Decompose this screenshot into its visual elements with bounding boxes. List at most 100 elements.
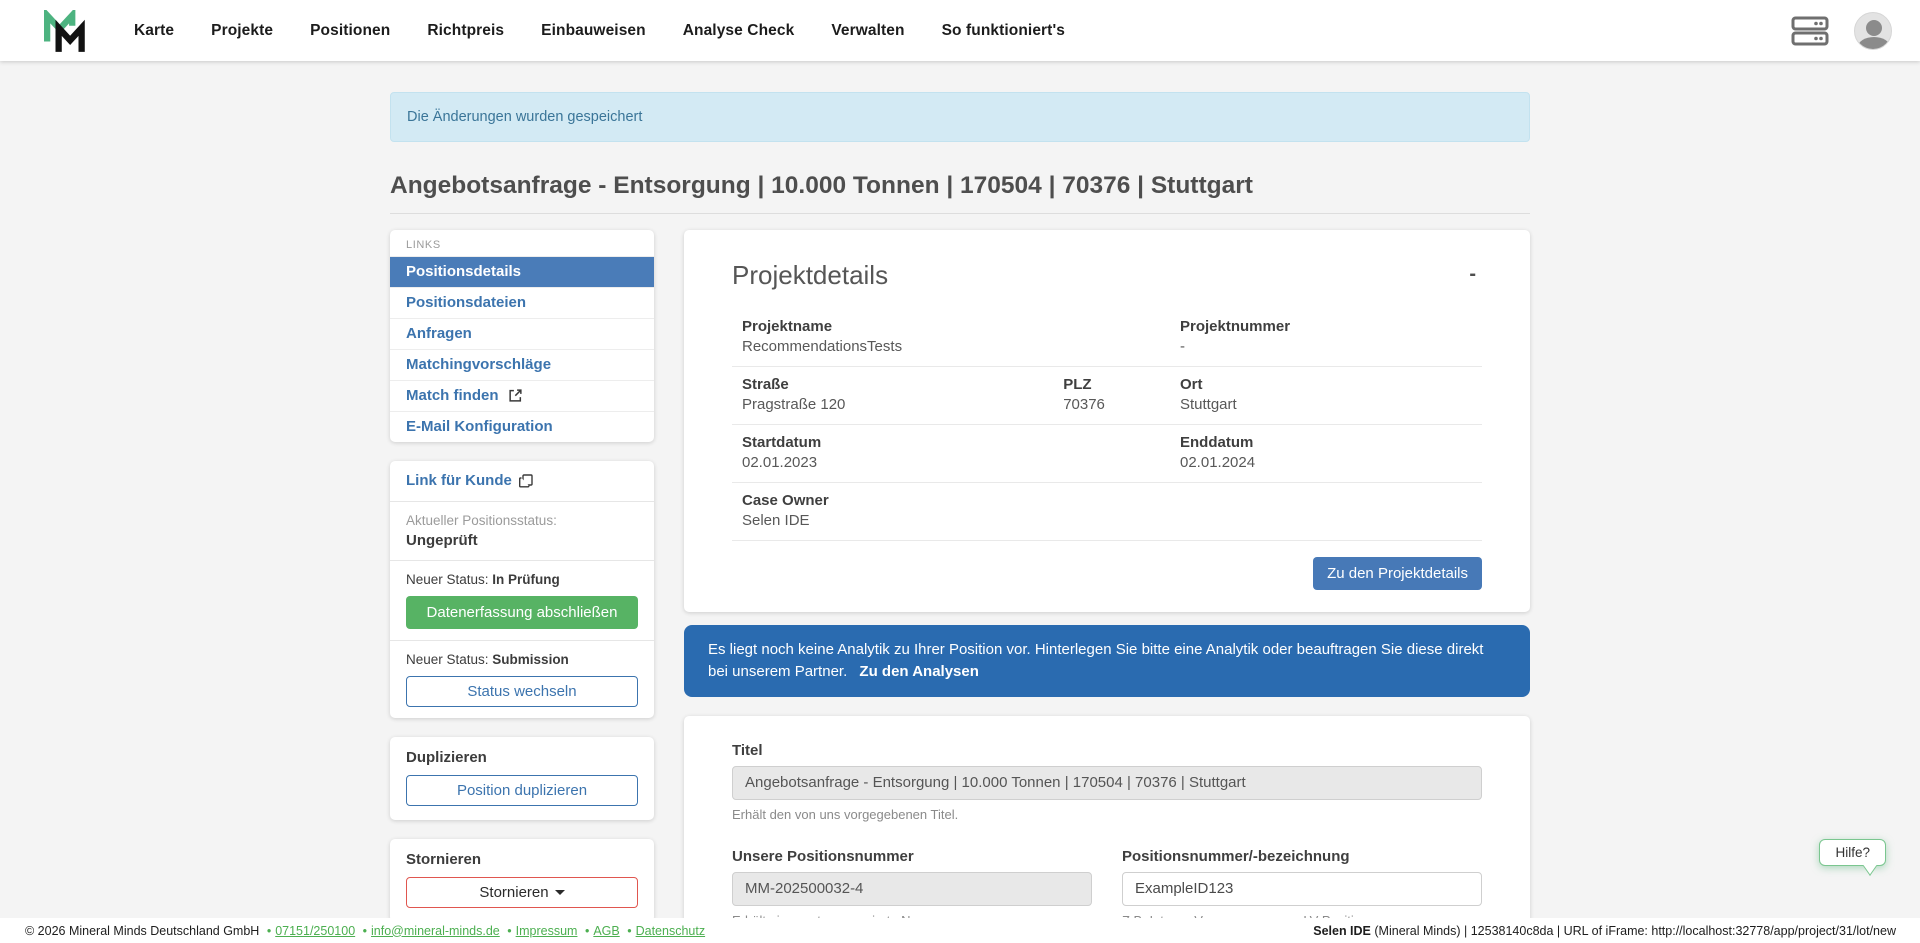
sidebar-item-email-konfiguration[interactable]: E-Mail Konfiguration xyxy=(390,411,654,442)
go-to-project-details-button[interactable]: Zu den Projektdetails xyxy=(1313,557,1482,590)
field-label: Straße xyxy=(742,376,1063,393)
user-avatar[interactable] xyxy=(1854,12,1892,50)
position-form-panel: Titel Erhält den von uns vorgegebenen Ti… xyxy=(684,716,1530,943)
customer-link-label: Link für Kunde xyxy=(406,472,512,489)
external-link-icon xyxy=(508,388,523,403)
duplicate-header: Duplizieren xyxy=(406,749,638,766)
footer: © 2026 Mineral Minds Deutschland GmbH • 0… xyxy=(0,918,1920,943)
sidebar-item-positionsdateien[interactable]: Positionsdateien xyxy=(390,287,654,318)
alert-message: Die Änderungen wurden gespeichert xyxy=(407,109,642,125)
footer-copyright: © 2026 Mineral Minds Deutschland GmbH xyxy=(25,924,259,938)
main-column: Projektdetails - Projektname Recommendat… xyxy=(684,230,1530,943)
duplicate-card: Duplizieren Position duplizieren xyxy=(390,737,654,820)
next-status-value: In Prüfung xyxy=(492,572,560,587)
footer-link-agb[interactable]: AGB xyxy=(593,924,619,938)
project-details-panel: Projektdetails - Projektname Recommendat… xyxy=(684,230,1530,612)
avatar-head-icon xyxy=(1866,20,1882,36)
field-label: Startdatum xyxy=(742,434,1180,451)
avatar-body-icon xyxy=(1858,37,1890,50)
footer-link-datenschutz[interactable]: Datenschutz xyxy=(636,924,705,938)
position-number-input[interactable] xyxy=(1122,872,1482,906)
footer-separator: • xyxy=(363,924,367,938)
page-title: Angebotsanfrage - Entsorgung | 10.000 To… xyxy=(390,172,1530,214)
cancel-header: Stornieren xyxy=(406,851,638,868)
field-label: Ort xyxy=(1180,376,1472,393)
links-card: LINKS Positionsdetails Positionsdateien … xyxy=(390,230,654,442)
field-value: Selen IDE xyxy=(742,512,1472,529)
sidebar-item-label: E-Mail Konfiguration xyxy=(406,418,553,435)
field-value: Stuttgart xyxy=(1180,396,1472,413)
sidebar-item-matchingvorschlaege[interactable]: Matchingvorschläge xyxy=(390,349,654,380)
next-status-prefix: Neuer Status: xyxy=(406,652,492,667)
links-card-header: LINKS xyxy=(390,230,654,256)
field-value: Pragstraße 120 xyxy=(742,396,1063,413)
sidebar-item-anfragen[interactable]: Anfragen xyxy=(390,318,654,349)
field-value: RecommendationsTests xyxy=(742,338,1180,355)
sidebar-item-label: Positionsdateien xyxy=(406,294,526,311)
next-status-prefix: Neuer Status: xyxy=(406,572,492,587)
footer-left: © 2026 Mineral Minds Deutschland GmbH • 0… xyxy=(25,924,705,938)
page-container: Die Änderungen wurden gespeichert Angebo… xyxy=(390,92,1530,943)
titel-label: Titel xyxy=(732,742,1482,759)
our-position-number-label: Unsere Positionsnummer xyxy=(732,848,1092,865)
project-row: Startdatum 02.01.2023 Enddatum 02.01.202… xyxy=(732,425,1482,483)
our-position-number-input xyxy=(732,872,1092,906)
current-status-value: Ungeprüft xyxy=(406,532,638,549)
cancel-dropdown-button[interactable]: Stornieren xyxy=(406,877,638,908)
nav-item-positionen[interactable]: Positionen xyxy=(310,22,390,40)
field-value: 70376 xyxy=(1063,396,1180,413)
mineral-minds-logo-icon[interactable] xyxy=(44,10,90,52)
footer-session-info: Selen IDE (Mineral Minds) | 12538140c8da… xyxy=(1313,924,1896,938)
server-stack-icon[interactable] xyxy=(1790,15,1830,47)
nav-item-so-funktionierts[interactable]: So funktioniert's xyxy=(942,22,1065,40)
duplicate-position-button[interactable]: Position duplizieren xyxy=(406,775,638,806)
footer-link-email[interactable]: info@mineral-minds.de xyxy=(371,924,500,938)
next-status-line: Neuer Status: Submission xyxy=(406,652,638,667)
app-header: Karte Projekte Positionen Richtpreis Ein… xyxy=(0,0,1920,61)
sidebar-item-label: Matchingvorschläge xyxy=(406,356,551,373)
nav-item-richtpreis[interactable]: Richtpreis xyxy=(427,22,504,40)
main-nav: Karte Projekte Positionen Richtpreis Ein… xyxy=(134,22,1065,40)
footer-separator: • xyxy=(507,924,511,938)
copy-icon xyxy=(518,473,534,489)
sidebar-item-positionsdetails[interactable]: Positionsdetails xyxy=(390,256,654,287)
footer-separator: • xyxy=(627,924,631,938)
footer-user-name: Selen IDE xyxy=(1313,924,1371,938)
go-to-analyses-link[interactable]: Zu den Analysen xyxy=(859,663,978,680)
field-label: Projektname xyxy=(742,318,1180,335)
field-label: Case Owner xyxy=(742,492,1472,509)
sidebar-item-match-finden[interactable]: Match finden xyxy=(390,380,654,411)
help-button[interactable]: Hilfe? xyxy=(1819,839,1886,866)
sidebar-item-label: Anfragen xyxy=(406,325,472,342)
field-value: - xyxy=(1180,338,1472,355)
nav-item-projekte[interactable]: Projekte xyxy=(211,22,273,40)
footer-link-phone[interactable]: 07151/250100 xyxy=(275,924,355,938)
footer-separator: • xyxy=(267,924,271,938)
nav-item-karte[interactable]: Karte xyxy=(134,22,174,40)
nav-item-verwalten[interactable]: Verwalten xyxy=(831,22,904,40)
field-label: Enddatum xyxy=(1180,434,1472,451)
caret-down-icon xyxy=(555,890,565,895)
customer-link[interactable]: Link für Kunde xyxy=(406,472,534,489)
save-success-alert: Die Änderungen wurden gespeichert xyxy=(390,92,1530,142)
project-row: Case Owner Selen IDE xyxy=(732,483,1482,541)
complete-data-entry-button[interactable]: Datenerfassung abschließen xyxy=(406,596,638,629)
sidebar: LINKS Positionsdetails Positionsdateien … xyxy=(390,230,654,922)
footer-link-impressum[interactable]: Impressum xyxy=(516,924,578,938)
status-card: Link für Kunde Aktueller Positionsstatus… xyxy=(390,461,654,718)
sidebar-item-label: Positionsdetails xyxy=(406,263,521,280)
change-status-button[interactable]: Status wechseln xyxy=(406,676,638,707)
cancel-card: Stornieren Stornieren xyxy=(390,839,654,922)
field-value: 02.01.2023 xyxy=(742,454,1180,471)
field-value: 02.01.2024 xyxy=(1180,454,1472,471)
current-status-label: Aktueller Positionsstatus: xyxy=(406,513,638,528)
nav-item-analyse-check[interactable]: Analyse Check xyxy=(683,22,795,40)
sidebar-item-label: Match finden xyxy=(406,387,499,404)
titel-input xyxy=(732,766,1482,800)
analytics-info-banner: Es liegt noch keine Analytik zu Ihrer Po… xyxy=(684,625,1530,697)
collapse-panel-button[interactable]: - xyxy=(1463,260,1482,288)
analytics-banner-text: Es liegt noch keine Analytik zu Ihrer Po… xyxy=(708,641,1483,680)
project-row: Straße Pragstraße 120 PLZ 70376 Ort Stut… xyxy=(732,367,1482,425)
nav-item-einbauweisen[interactable]: Einbauweisen xyxy=(541,22,646,40)
titel-help-text: Erhält den von uns vorgegebenen Titel. xyxy=(732,807,1482,822)
